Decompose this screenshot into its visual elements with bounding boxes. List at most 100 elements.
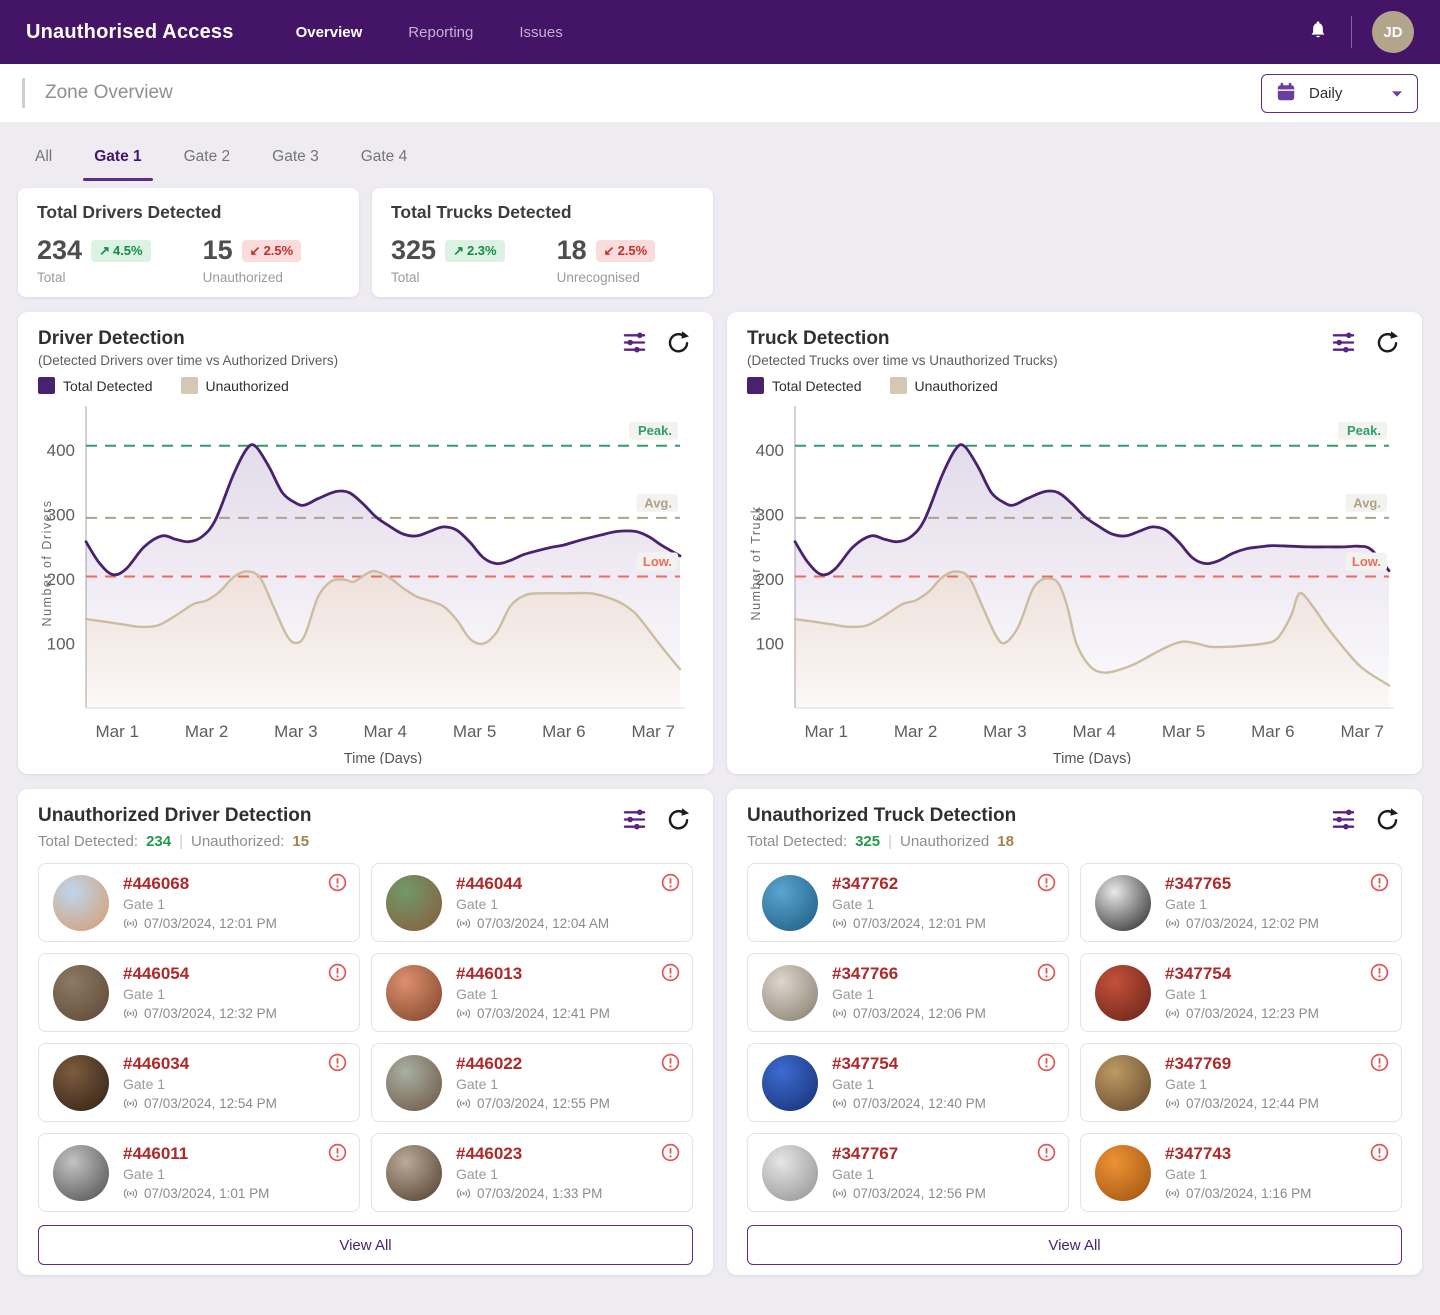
detection-id: #446023	[456, 1144, 602, 1164]
alert-badge	[661, 963, 680, 982]
filter-button[interactable]	[1329, 329, 1358, 356]
timestamp-text: 07/03/2024, 12:06 PM	[853, 1005, 986, 1022]
detection-id: #347765	[1165, 874, 1319, 894]
detection-gate: Gate 1	[1165, 985, 1319, 1003]
legend-swatch	[38, 377, 55, 394]
truck-detection-item[interactable]: #347754Gate 107/03/2024, 12:40 PM	[747, 1043, 1069, 1122]
period-selector[interactable]: Daily	[1261, 74, 1418, 113]
truck-photo	[1095, 875, 1151, 931]
signal-icon-wrap	[1165, 1188, 1180, 1199]
nav-link-overview[interactable]: Overview	[296, 24, 363, 41]
truck-photo	[1095, 1145, 1151, 1201]
signal-icon-wrap	[456, 918, 471, 929]
timestamp-text: 07/03/2024, 12:23 PM	[1186, 1005, 1319, 1022]
detection-timestamp: 07/03/2024, 12:23 PM	[1165, 1005, 1319, 1022]
truck-detection-item[interactable]: #347754Gate 107/03/2024, 12:23 PM	[1080, 953, 1402, 1032]
truck-list-title: Unauthorized Truck Detection	[747, 805, 1016, 827]
chart-header: Driver Detection(Detected Drivers over t…	[38, 328, 693, 394]
tab-gate-2[interactable]: Gate 2	[182, 148, 233, 166]
user-avatar[interactable]: JD	[1372, 11, 1414, 53]
stat-card-title: Total Trucks Detected	[391, 202, 694, 223]
truck-detection-item[interactable]: #347767Gate 107/03/2024, 12:56 PM	[747, 1133, 1069, 1212]
driver-detection-item[interactable]: #446013Gate 107/03/2024, 12:41 PM	[371, 953, 693, 1032]
signal-icon	[456, 918, 471, 929]
detection-item-info: #446054Gate 107/03/2024, 12:32 PM	[123, 964, 277, 1022]
driver-detection-item[interactable]: #446023Gate 107/03/2024, 1:33 PM	[371, 1133, 693, 1212]
svg-text:Mar 6: Mar 6	[542, 722, 585, 741]
line-chart-svg: 100200300400Number of TruckMar 1Mar 2Mar…	[747, 396, 1402, 764]
filter-button[interactable]	[620, 806, 649, 833]
period-label: Daily	[1309, 85, 1381, 102]
counts-separator: |	[179, 833, 183, 850]
detection-id: #446034	[123, 1054, 277, 1074]
chart-legend: Total DetectedUnauthorized	[747, 377, 1058, 394]
tab-gate-1[interactable]: Gate 1	[92, 148, 143, 166]
stat-metric-top: 15↙2.5%	[203, 235, 302, 266]
detection-id: #446011	[123, 1144, 269, 1164]
tab-gate-4[interactable]: Gate 4	[359, 148, 410, 166]
signal-icon-wrap	[456, 1098, 471, 1109]
detection-item-info: #347762Gate 107/03/2024, 12:01 PM	[832, 874, 986, 932]
stat-card: Total Trucks Detected325↗2.3%Total18↙2.5…	[372, 188, 713, 297]
svg-text:Avg.: Avg.	[1353, 495, 1381, 510]
driver-detection-item[interactable]: #446054Gate 107/03/2024, 12:32 PM	[38, 953, 360, 1032]
legend-label: Total Detected	[772, 378, 862, 394]
alert-badge	[328, 873, 347, 892]
detection-gate: Gate 1	[832, 985, 986, 1003]
alert-icon	[1037, 1143, 1056, 1162]
stat-metric-label: Total	[37, 270, 151, 285]
signal-icon	[456, 1008, 471, 1019]
line-chart: 100200300400Number of TruckMar 1Mar 2Mar…	[747, 396, 1402, 764]
navbar-divider	[1351, 16, 1352, 48]
driver-photo	[53, 1055, 109, 1111]
nav-link-issues[interactable]: Issues	[519, 24, 562, 41]
driver-photo	[53, 1145, 109, 1201]
driver-detection-item[interactable]: #446011Gate 107/03/2024, 1:01 PM	[38, 1133, 360, 1212]
truck-detection-item[interactable]: #347743Gate 107/03/2024, 1:16 PM	[1080, 1133, 1402, 1212]
alert-icon	[1037, 963, 1056, 982]
nav-link-reporting[interactable]: Reporting	[408, 24, 473, 41]
alert-icon	[328, 1053, 347, 1072]
legend-swatch	[890, 377, 907, 394]
driver-photo	[53, 875, 109, 931]
truck-detection-item[interactable]: #347769Gate 107/03/2024, 12:44 PM	[1080, 1043, 1402, 1122]
truck-detection-item[interactable]: #347766Gate 107/03/2024, 12:06 PM	[747, 953, 1069, 1032]
driver-detection-item[interactable]: #446022Gate 107/03/2024, 12:55 PM	[371, 1043, 693, 1122]
detection-timestamp: 07/03/2024, 12:44 PM	[1165, 1095, 1319, 1112]
detection-timestamp: 07/03/2024, 1:16 PM	[1165, 1185, 1311, 1202]
refresh-button[interactable]	[1373, 805, 1402, 834]
refresh-button[interactable]	[664, 328, 693, 357]
detection-gate: Gate 1	[123, 985, 277, 1003]
truck-list-header-left: Unauthorized Truck DetectionTotal Detect…	[747, 805, 1016, 850]
tab-all[interactable]: All	[33, 148, 54, 166]
detection-gate: Gate 1	[1165, 1075, 1319, 1093]
view-all-button[interactable]: View All	[747, 1225, 1402, 1265]
signal-icon-wrap	[123, 918, 138, 929]
signal-icon	[123, 1008, 138, 1019]
stat-value: 325	[391, 235, 436, 266]
timestamp-text: 07/03/2024, 12:55 PM	[477, 1095, 610, 1112]
legend-entry: Unauthorized	[181, 377, 289, 394]
view-all-button[interactable]: View All	[38, 1225, 693, 1265]
truck-detection-item[interactable]: #347765Gate 107/03/2024, 12:02 PM	[1080, 863, 1402, 942]
trend-delta: 2.3%	[467, 243, 497, 258]
driver-detection-item[interactable]: #446044Gate 107/03/2024, 12:04 AM	[371, 863, 693, 942]
truck-detection-item[interactable]: #347762Gate 107/03/2024, 12:01 PM	[747, 863, 1069, 942]
filter-icon	[1331, 331, 1356, 354]
notifications-button[interactable]	[1305, 18, 1331, 47]
filter-button[interactable]	[1329, 806, 1358, 833]
alert-icon	[328, 963, 347, 982]
truck-photo	[1095, 965, 1151, 1021]
refresh-icon	[1375, 330, 1400, 355]
driver-detection-item[interactable]: #446034Gate 107/03/2024, 12:54 PM	[38, 1043, 360, 1122]
driver-photo	[386, 1145, 442, 1201]
driver-detection-item[interactable]: #446068Gate 107/03/2024, 12:01 PM	[38, 863, 360, 942]
truck-list-header: Unauthorized Truck DetectionTotal Detect…	[747, 805, 1402, 850]
tab-gate-3[interactable]: Gate 3	[270, 148, 321, 166]
filter-button[interactable]	[620, 329, 649, 356]
refresh-button[interactable]	[664, 805, 693, 834]
gate-tabs: All Gate 1 Gate 2 Gate 3 Gate 4	[0, 122, 1440, 188]
svg-text:Time (Days): Time (Days)	[1053, 751, 1131, 764]
detection-gate: Gate 1	[123, 895, 277, 913]
refresh-button[interactable]	[1373, 328, 1402, 357]
